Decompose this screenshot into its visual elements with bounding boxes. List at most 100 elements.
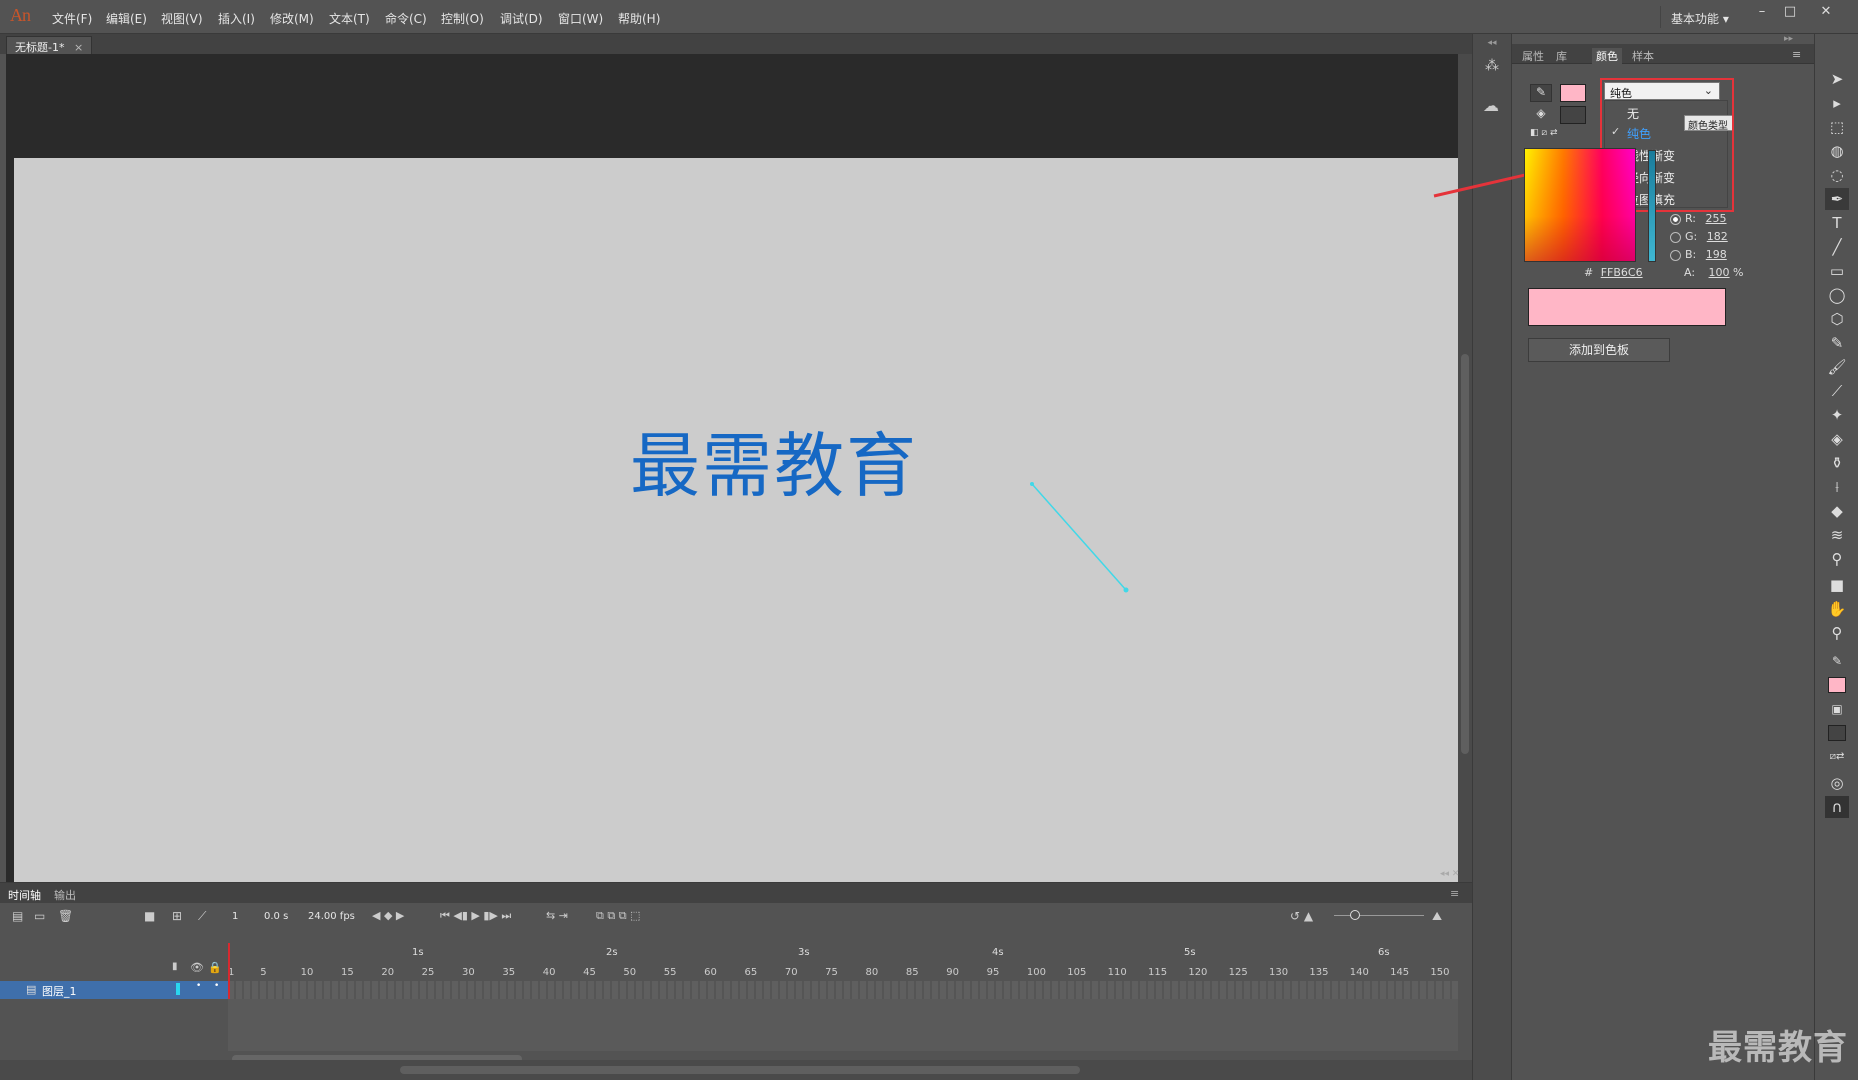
menu-file[interactable]: 文件(F) xyxy=(52,10,92,27)
stage[interactable]: 最需教育 xyxy=(14,158,1458,882)
option-solid[interactable]: 纯色 xyxy=(1627,125,1651,142)
camera-icon[interactable]: ■ xyxy=(144,909,155,923)
color-type-dropdown[interactable]: 纯色 ⌄ xyxy=(1604,82,1720,100)
menu-insert[interactable]: 插入(I) xyxy=(218,10,255,27)
pencil-tool-icon[interactable]: ✎ xyxy=(1825,332,1849,354)
free-transform-tool-icon[interactable]: ⬚ xyxy=(1825,116,1849,138)
snap-magnet-icon[interactable]: ∩ xyxy=(1825,796,1849,818)
workspace-switcher[interactable]: 基本功能 ▾ xyxy=(1660,6,1742,28)
layer-parenting-icon[interactable]: ⊞ xyxy=(172,909,182,923)
show-all-icon[interactable]: ▮ xyxy=(172,961,178,972)
expand-arrows-icon[interactable]: ▸▸ xyxy=(1784,34,1793,44)
red-value[interactable]: 255 xyxy=(1706,212,1727,225)
menu-edit[interactable]: 编辑(E) xyxy=(106,10,147,27)
add-to-swatches-button[interactable]: 添加到色板 xyxy=(1528,338,1670,362)
menu-control[interactable]: 控制(O) xyxy=(441,10,484,27)
subselection-tool-icon[interactable]: ▸ xyxy=(1825,92,1849,114)
stroke-color-swatch[interactable] xyxy=(1560,84,1586,102)
drawn-line[interactable] xyxy=(1031,483,1127,591)
swap-colors-icon[interactable]: ◧ ⧄ ⇄ xyxy=(1530,128,1558,138)
fill-color-swatch[interactable] xyxy=(1560,106,1586,124)
scrollbar-thumb[interactable] xyxy=(1461,354,1469,754)
fill-color-tool-icon[interactable]: ▣ xyxy=(1825,698,1849,720)
line-end-anchor[interactable] xyxy=(1123,587,1129,593)
motion-presets-icon[interactable]: ⁂ xyxy=(1485,58,1499,74)
zoom-slider-track[interactable] xyxy=(1334,915,1424,916)
lock-icon[interactable]: 🔒 xyxy=(208,961,222,974)
timeline-ruler[interactable]: 1s 2s 3s 4s 5s 6s 1 5 10 15 20 25 30 35 40 45 50 55… xyxy=(228,943,1458,983)
layer-lock-dot[interactable]: • xyxy=(214,981,219,991)
hex-value[interactable]: FFB6C6 xyxy=(1601,266,1643,279)
tab-library[interactable]: 库 xyxy=(1556,48,1567,64)
paint-brush-tool-icon[interactable]: 🖌 xyxy=(1825,356,1849,378)
cc-libraries-icon[interactable]: ☁ xyxy=(1483,96,1499,115)
stroke-color-tool-icon[interactable]: ✎ xyxy=(1825,650,1849,672)
close-tab-icon[interactable]: × xyxy=(74,41,83,54)
object-drawing-icon[interactable]: ◎ xyxy=(1825,772,1849,794)
collapse-panel-icon[interactable]: ◂◂ ✕ xyxy=(1440,869,1459,879)
ink-bottle-tool-icon[interactable]: ⚱ xyxy=(1825,452,1849,474)
maximize-button[interactable]: □ xyxy=(1776,4,1804,24)
minimize-button[interactable]: – xyxy=(1748,4,1776,24)
menu-help[interactable]: 帮助(H) xyxy=(618,10,660,27)
lasso-tool-icon[interactable]: ◌ xyxy=(1825,164,1849,186)
menu-debug[interactable]: 调试(D) xyxy=(500,10,543,27)
zoom-tool-icon[interactable]: ⚲ xyxy=(1825,622,1849,644)
current-frame[interactable]: 1 xyxy=(232,911,238,922)
zoom-mountains-icon[interactable]: ⛰ xyxy=(1432,909,1442,924)
polystar-tool-icon[interactable]: ⬡ xyxy=(1825,308,1849,330)
width-tool-icon[interactable]: ≋ xyxy=(1825,524,1849,546)
radio-green[interactable] xyxy=(1670,231,1681,243)
alpha-value[interactable]: 100 xyxy=(1709,266,1730,279)
menu-commands[interactable]: 命令(C) xyxy=(385,10,427,27)
radio-red[interactable] xyxy=(1670,213,1681,225)
selection-tool-icon[interactable]: ➤ xyxy=(1825,68,1849,90)
hand-tool-icon[interactable]: ✋ xyxy=(1825,598,1849,620)
layer-visible-dot[interactable]: • xyxy=(196,981,201,991)
visibility-eye-icon[interactable]: 👁 xyxy=(190,961,204,974)
pin-tool-icon[interactable]: ⚲ xyxy=(1825,548,1849,570)
layer-name[interactable]: 图层_1 xyxy=(42,983,77,999)
menu-text[interactable]: 文本(T) xyxy=(329,10,370,27)
line-start-anchor[interactable] xyxy=(1030,482,1034,486)
timeline-menu-icon[interactable]: ≡ xyxy=(1450,887,1459,900)
delete-icon[interactable]: 🗑 xyxy=(58,909,73,923)
onion-skin-icon[interactable]: ⧉ ⧉ ⧉ ⬚ xyxy=(596,909,640,923)
tab-timeline[interactable]: 时间轴 xyxy=(8,887,41,903)
frame-grid[interactable] xyxy=(228,981,1458,999)
eyedropper-tool-icon[interactable]: ⟊ xyxy=(1825,476,1849,498)
bone-tool-icon[interactable]: ✦ xyxy=(1825,404,1849,426)
zoom-slider-handle[interactable] xyxy=(1350,910,1360,920)
swap-colors-tool-icon[interactable]: ⧄⇄ xyxy=(1825,746,1849,768)
playback-controls-icon[interactable]: ⏮ ◀▮ ▶ ▮▶ ⏭ xyxy=(440,909,511,923)
menu-modify[interactable]: 修改(M) xyxy=(270,10,314,27)
green-value[interactable]: 182 xyxy=(1707,230,1728,243)
pen-tool-icon[interactable]: ✒ xyxy=(1825,188,1849,210)
hue-slider[interactable] xyxy=(1648,150,1656,262)
camera-tool-icon[interactable]: ■ xyxy=(1825,574,1849,596)
menu-view[interactable]: 视图(V) xyxy=(161,10,203,27)
oval-tool-icon[interactable]: ◯ xyxy=(1825,284,1849,306)
paint-bucket-tool-icon[interactable]: ◈ xyxy=(1825,428,1849,450)
tab-swatches[interactable]: 样本 xyxy=(1632,48,1654,64)
tab-color[interactable]: 颜色 xyxy=(1592,48,1622,64)
stage-horizontal-scrollbar[interactable] xyxy=(0,1060,1472,1080)
current-time[interactable]: 0.0 s xyxy=(264,911,288,922)
frame-rate[interactable]: 24.00 fps xyxy=(308,911,355,922)
blue-value[interactable]: 198 xyxy=(1706,248,1727,261)
new-layer-icon[interactable]: ▤ xyxy=(12,909,23,923)
center-frame-icon[interactable]: ↺ ▲ xyxy=(1290,909,1313,923)
toolbar-fill-swatch[interactable] xyxy=(1828,725,1846,741)
prev-keyframe-icon[interactable]: ◀ ◆ ▶ xyxy=(372,909,404,922)
close-window-button[interactable]: ✕ xyxy=(1812,4,1840,24)
layer-outline-color[interactable] xyxy=(176,983,180,995)
color-spectrum-picker[interactable] xyxy=(1524,148,1636,262)
eraser-tool-icon[interactable]: ◆ xyxy=(1825,500,1849,522)
document-tab[interactable]: 无标题-1* × xyxy=(6,36,93,54)
rectangle-tool-icon[interactable]: ▭ xyxy=(1825,260,1849,282)
tab-output[interactable]: 输出 xyxy=(54,887,76,903)
option-none[interactable]: 无 xyxy=(1627,105,1639,122)
radio-blue[interactable] xyxy=(1670,249,1681,261)
collapse-arrows-icon[interactable]: ◂◂ xyxy=(1473,38,1511,48)
graph-icon[interactable]: ⟋ xyxy=(198,909,206,924)
